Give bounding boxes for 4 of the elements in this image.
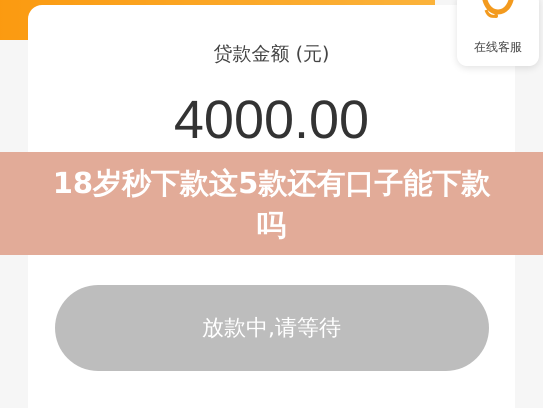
loan-amount-label: 贷款金额 (元) [214, 42, 330, 67]
loan-amount: 4000.00 [174, 89, 370, 151]
customer-service-button[interactable]: 在线客服 [457, 0, 539, 66]
banner-title: 18岁秒下款这5款还有口子能下款吗 [52, 164, 492, 244]
